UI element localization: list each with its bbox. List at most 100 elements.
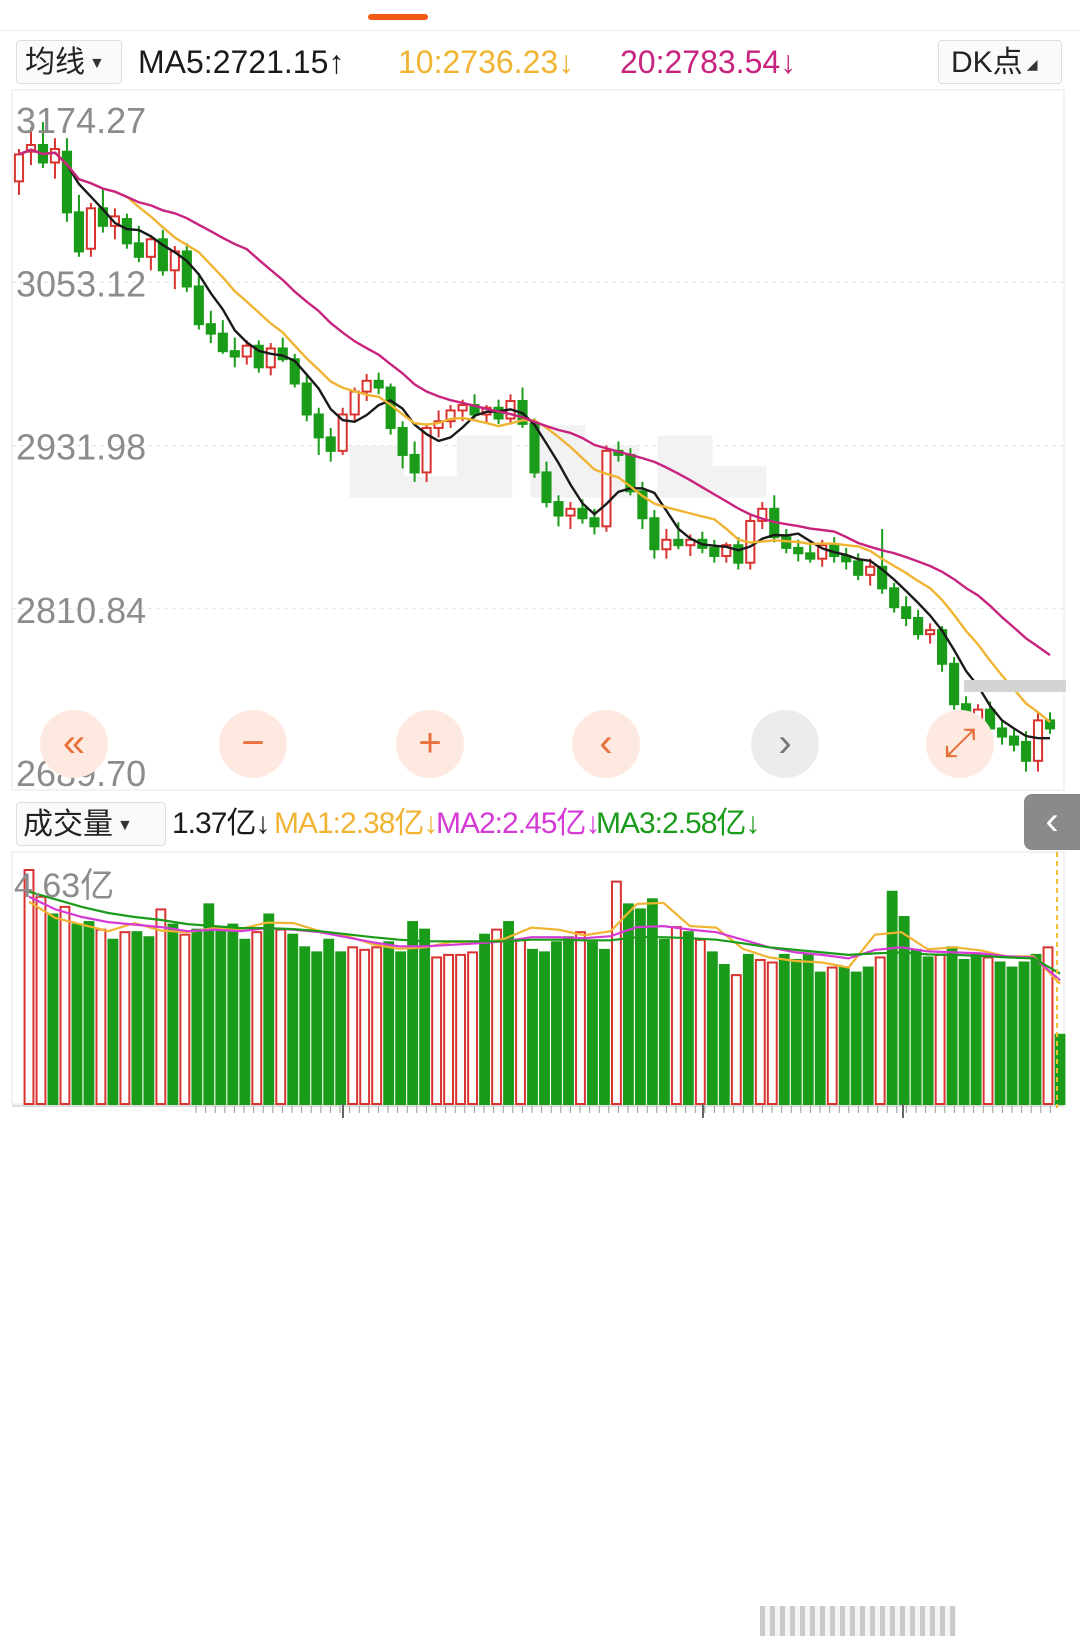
candle-down bbox=[217, 332, 228, 353]
candle-up bbox=[349, 390, 360, 416]
volume-bar-down bbox=[778, 953, 790, 1105]
vol-ma1-value: MA1:2.38亿 bbox=[274, 807, 424, 840]
volume-bar-up bbox=[443, 953, 455, 1105]
scroll-right-button[interactable]: › bbox=[751, 710, 819, 778]
volume-tick-label: 4.63亿 bbox=[14, 867, 114, 905]
redacted-readout bbox=[760, 1606, 956, 1636]
volume-bar-down bbox=[203, 903, 215, 1106]
volume-bar-up bbox=[23, 869, 35, 1105]
volume-bar-up bbox=[155, 908, 167, 1105]
volume-bar-down bbox=[814, 971, 826, 1106]
volume-bar-down bbox=[299, 946, 311, 1105]
volume-bar-down bbox=[131, 931, 143, 1105]
candle-up bbox=[145, 238, 156, 258]
time-axis bbox=[12, 1104, 1064, 1118]
volume-bar-down bbox=[790, 958, 802, 1105]
jump-start-button[interactable]: « bbox=[40, 710, 108, 778]
candle-up bbox=[565, 507, 576, 517]
candle-up bbox=[85, 207, 97, 250]
candle-down bbox=[577, 507, 588, 520]
fullscreen-button[interactable]: ⤢ bbox=[926, 710, 994, 778]
chevron-left-icon: ‹ bbox=[1045, 799, 1059, 843]
candle-down bbox=[709, 546, 720, 557]
volume-bar-down bbox=[599, 948, 610, 1106]
volume-bar-up bbox=[730, 974, 742, 1105]
volume-bar-up bbox=[826, 966, 838, 1105]
candle-down bbox=[853, 560, 864, 576]
volume-bar-down bbox=[910, 948, 922, 1106]
volume-bar-up bbox=[371, 946, 383, 1105]
volume-bar-down bbox=[994, 961, 1006, 1105]
volume-bar-down bbox=[383, 941, 395, 1106]
volume-bar-down bbox=[922, 956, 934, 1106]
volume-bar-down bbox=[1006, 966, 1018, 1105]
volume-bar-down bbox=[587, 941, 598, 1106]
volume-bar-down bbox=[551, 941, 562, 1106]
candle-down bbox=[193, 285, 204, 326]
candle-down bbox=[553, 501, 564, 517]
volume-bar-down bbox=[323, 938, 335, 1105]
volume-header: 成交量 ▼ 1.37亿↓ MA1:2.38亿↓ MA2:2.45亿↓ MA3:2.… bbox=[0, 798, 1080, 1636]
volume-bar-down bbox=[970, 953, 982, 1105]
volume-bar-up bbox=[431, 956, 443, 1106]
volume-bar-up bbox=[610, 880, 622, 1106]
price-tick-label: 3053.12 bbox=[16, 263, 146, 304]
volume-bar-up bbox=[766, 961, 778, 1105]
volume-bar-up bbox=[179, 933, 191, 1106]
price-marker bbox=[964, 680, 1066, 692]
volume-bar-down bbox=[634, 908, 646, 1105]
candle-down bbox=[409, 453, 420, 474]
candle-up bbox=[265, 347, 276, 369]
volume-bar-down bbox=[311, 951, 323, 1105]
volume-bar-up bbox=[754, 958, 766, 1105]
volume-bar-down bbox=[563, 936, 574, 1105]
volume-bar-down bbox=[718, 964, 730, 1106]
volume-bar-down bbox=[742, 953, 754, 1105]
vol-ma3-value: MA3:2.58亿 bbox=[596, 807, 746, 840]
volume-indicator-select[interactable]: 成交量 ▼ bbox=[16, 802, 166, 846]
candle-down bbox=[73, 211, 85, 253]
candle-up bbox=[1032, 719, 1044, 762]
volume-bar-down bbox=[898, 916, 910, 1105]
zoom-out-button[interactable]: − bbox=[219, 710, 287, 778]
volume-bar-up bbox=[347, 946, 359, 1105]
volume-bar-down bbox=[658, 938, 670, 1105]
vol-ma1-readout: MA1:2.38亿↓ bbox=[274, 798, 438, 850]
volume-bar-down bbox=[407, 921, 419, 1105]
volume-axis-label: 4.63亿 bbox=[14, 867, 114, 905]
candle-down bbox=[205, 323, 216, 335]
volume-bar-down bbox=[1018, 961, 1030, 1105]
volume-bar-down bbox=[682, 931, 694, 1105]
zoom-in-button[interactable]: + bbox=[396, 710, 464, 778]
volume-bar-up bbox=[874, 956, 886, 1106]
volume-bar-down bbox=[479, 933, 490, 1106]
volume-bar-down bbox=[850, 971, 862, 1106]
price-tick-label: 2931.98 bbox=[16, 427, 146, 468]
volume-bar-down bbox=[107, 938, 119, 1105]
volume-bar-down bbox=[419, 928, 431, 1105]
candle-down bbox=[949, 662, 960, 706]
volume-indicator-label: 成交量 bbox=[23, 808, 113, 841]
volume-bar-down bbox=[263, 913, 275, 1105]
volume-bar-down bbox=[622, 903, 634, 1106]
side-panel-toggle[interactable]: ‹ bbox=[1024, 794, 1080, 850]
caret-down-icon: ▼ bbox=[117, 817, 133, 835]
candle-down bbox=[313, 413, 324, 439]
vol-ma2-readout: MA2:2.45亿↓ bbox=[436, 798, 600, 850]
volume-bar-down bbox=[946, 946, 958, 1105]
price-axis-labels: 3174.273053.122931.982810.842689.70 bbox=[16, 100, 146, 794]
candle-down bbox=[889, 587, 900, 609]
vol-ma3-readout: MA3:2.58亿↓ bbox=[596, 798, 760, 850]
price-tick-label: 3174.27 bbox=[16, 100, 146, 141]
candlestick-series bbox=[13, 122, 1056, 772]
kline-chart[interactable]: ▅▂▆ ▇▅ ▆▃ 3174.273053.122931.982810.8426… bbox=[0, 0, 1080, 1134]
volume-current-arrow-icon: ↓ bbox=[255, 807, 270, 840]
volume-bar-up bbox=[491, 928, 502, 1105]
candle-down bbox=[901, 606, 912, 619]
scroll-left-button[interactable]: ‹ bbox=[572, 710, 640, 778]
candle-down bbox=[673, 538, 684, 547]
candle-down bbox=[793, 546, 804, 555]
volume-bar-up bbox=[694, 938, 706, 1105]
volume-bar-down bbox=[527, 948, 538, 1106]
candle-down bbox=[649, 517, 660, 551]
